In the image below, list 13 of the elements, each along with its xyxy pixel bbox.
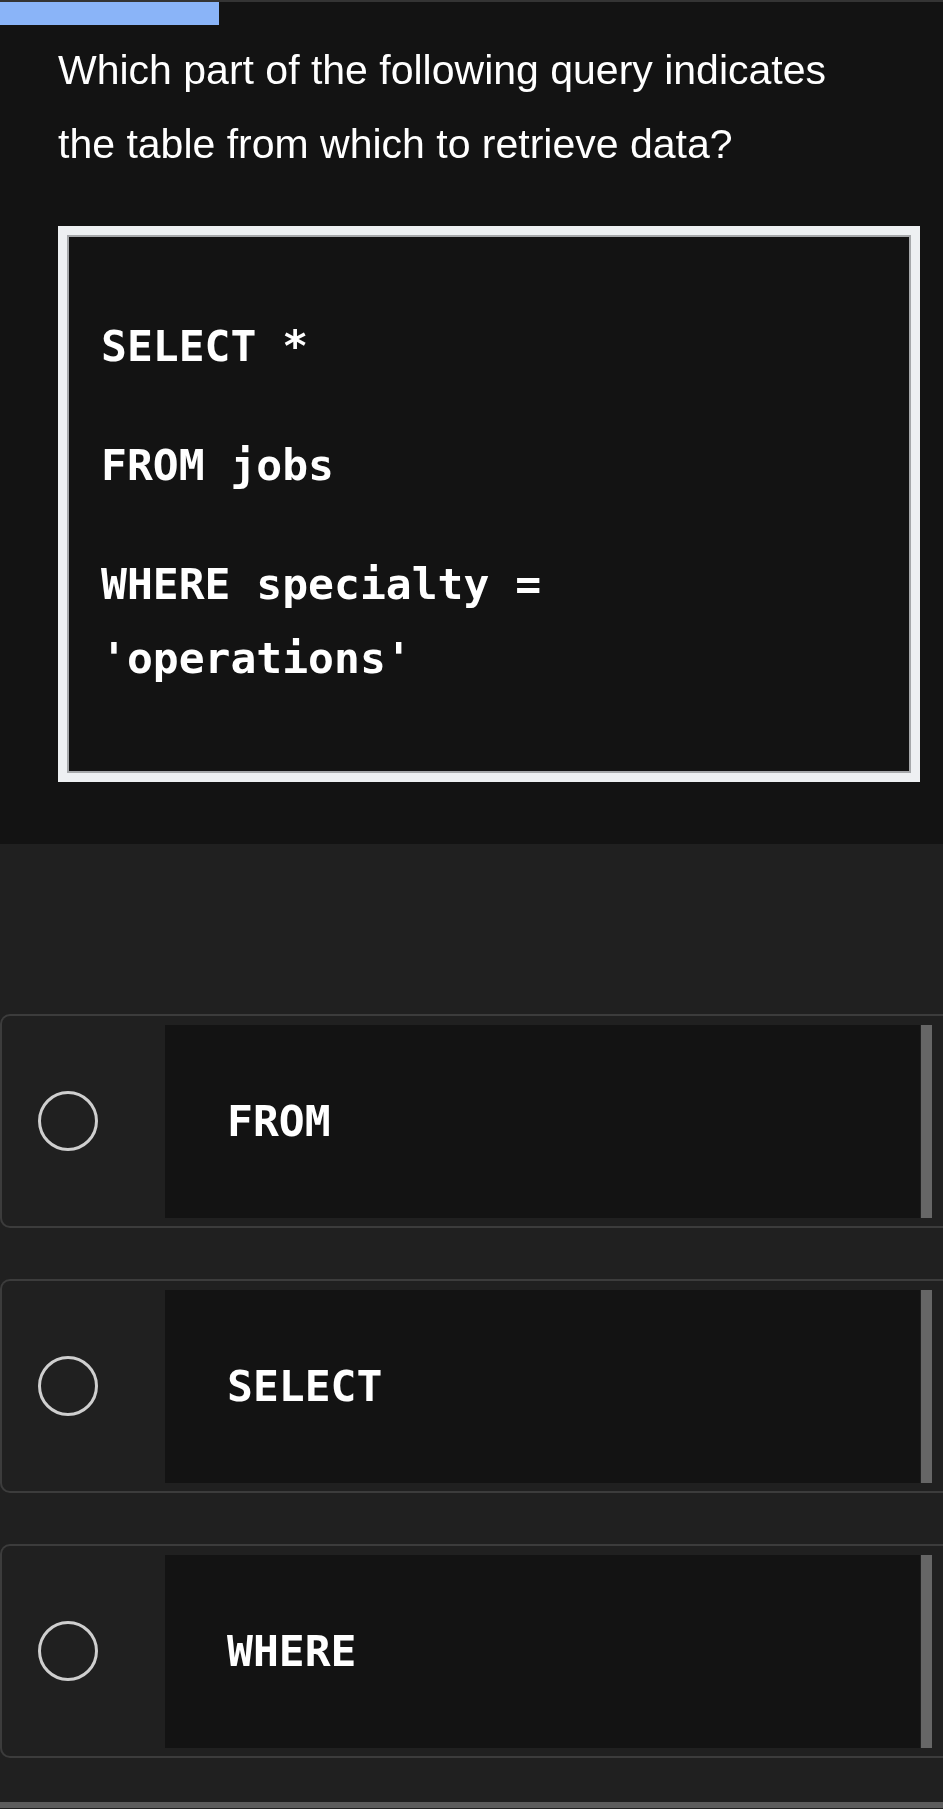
option-text: FROM	[227, 1096, 331, 1146]
radio-button[interactable]	[38, 1621, 98, 1681]
radio-button[interactable]	[38, 1356, 98, 1416]
option-text: WHERE	[227, 1626, 357, 1676]
code-line: SELECT *	[101, 320, 310, 373]
answer-option[interactable]: WHERE	[0, 1544, 943, 1758]
code-line: WHERE specialty = 'operations'	[101, 558, 543, 685]
answer-option[interactable]: FROM	[0, 1014, 943, 1228]
question-text: Which part of the following query indicates the table from which to retrieve data?	[58, 46, 827, 169]
answer-option[interactable]: SELECT	[0, 1279, 943, 1493]
radio-button[interactable]	[38, 1091, 98, 1151]
option-text: SELECT	[227, 1361, 383, 1411]
code-line: FROM jobs	[101, 439, 335, 492]
